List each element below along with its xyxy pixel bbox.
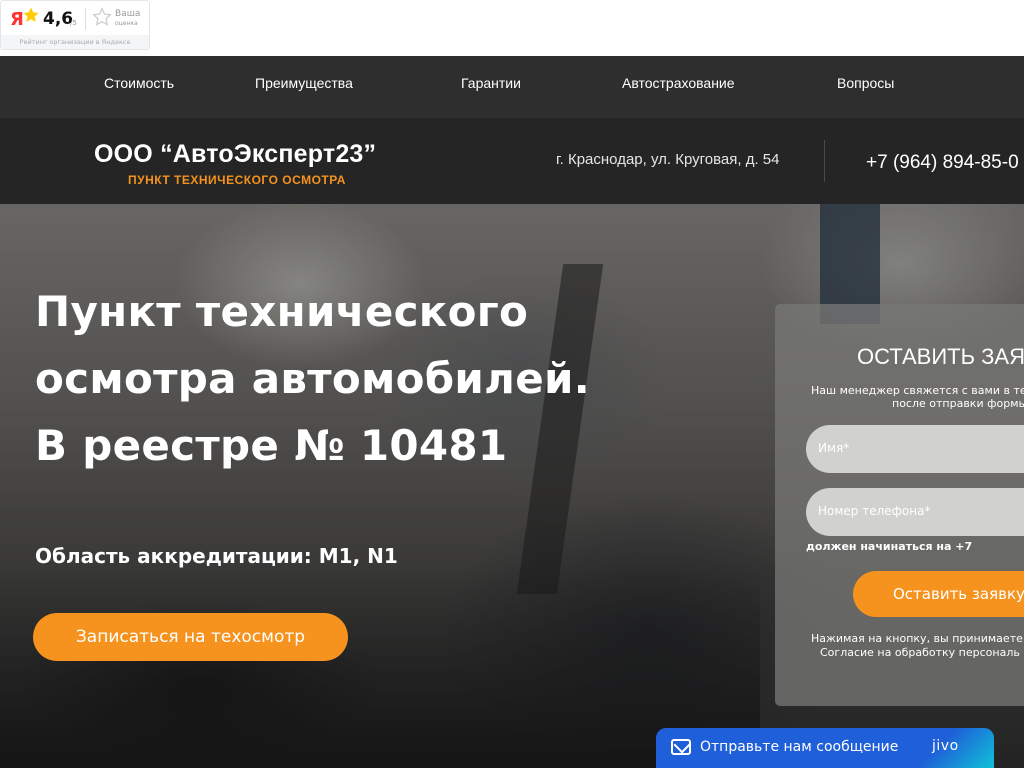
envelope-icon	[671, 739, 691, 755]
hero-title-line: В реестре № 10481	[35, 421, 508, 470]
consent-text: Нажимая на кнопку, вы принимаете Согласи…	[811, 632, 1023, 660]
hero-section: Пункт технического осмотра автомобилей. …	[0, 204, 1024, 768]
your-rating-line2: оценка	[115, 20, 138, 27]
chat-label: Отправьте нам сообщение	[700, 739, 899, 755]
your-rating-label: Ваша оценка	[115, 10, 140, 28]
name-field[interactable]: Имя*	[806, 425, 1024, 473]
request-form: ОСТАВИТЬ ЗАЯВ Наш менеджер свяжется с ва…	[775, 304, 1024, 706]
nav-item-insurance[interactable]: Автострахование	[622, 75, 735, 91]
hero-title-line: осмотра автомобилей.	[35, 354, 590, 403]
nav-item-advantages[interactable]: Преимущества	[255, 75, 353, 91]
company-address: г. Краснодар, ул. Круговая, д. 54	[556, 151, 780, 168]
consent-line: Нажимая на кнопку, вы принимаете	[811, 632, 1023, 645]
empty-star-icon[interactable]	[92, 7, 112, 27]
site-header: ООО “АвтоЭксперт23” ПУНКТ ТЕХНИЧЕСКОГО О…	[0, 118, 1024, 204]
main-nav: Стоимость Преимущества Гарантии Автостра…	[0, 56, 1024, 118]
nav-item-cost[interactable]: Стоимость	[104, 75, 174, 91]
hero-title-line: Пункт технического	[35, 287, 529, 336]
rating-value: 4,6	[43, 9, 74, 29]
hero-title: Пункт технического осмотра автомобилей. …	[35, 278, 755, 479]
company-tagline: ПУНКТ ТЕХНИЧЕСКОГО ОСМОТРА	[128, 173, 346, 187]
phone-placeholder: Номер телефона*	[818, 504, 931, 518]
your-rating-line1: Ваша	[115, 9, 141, 19]
yandex-rating-widget[interactable]: Я 4,6 /5 Ваша оценка Рейтинг организации…	[0, 0, 150, 50]
company-name[interactable]: ООО “АвтоЭксперт23”	[94, 140, 376, 169]
chat-widget[interactable]: Отправьте нам сообщение jivo	[656, 728, 994, 768]
form-subtitle-line: Наш менеджер свяжется с вами в тече	[811, 384, 1024, 397]
phone-hint: должен начинаться на +7	[806, 540, 973, 553]
book-inspection-button[interactable]: Записаться на техосмотр	[33, 613, 348, 661]
accreditation-text: Область аккредитации: M1, N1	[35, 544, 398, 568]
header-divider	[824, 140, 825, 182]
rating-scale: /5	[70, 19, 77, 27]
submit-request-button[interactable]: Оставить заявку	[853, 571, 1024, 617]
submit-label: Оставить заявку	[893, 585, 1024, 603]
name-placeholder: Имя*	[818, 441, 850, 455]
form-subtitle-line: после отправки формы	[892, 397, 1024, 410]
jivo-logo: jivo	[932, 738, 959, 754]
nav-item-guarantees[interactable]: Гарантии	[461, 75, 521, 91]
phone-field[interactable]: Номер телефона*	[806, 488, 1024, 536]
divider	[85, 8, 86, 30]
phone-link[interactable]: +7 (964) 894-85-0	[866, 152, 1019, 174]
form-subtitle: Наш менеджер свяжется с вами в тече посл…	[811, 384, 1024, 410]
star-icon	[23, 7, 39, 22]
consent-link[interactable]: Согласие на обработку персональ	[811, 646, 1023, 660]
nav-item-questions[interactable]: Вопросы	[837, 75, 894, 91]
form-title: ОСТАВИТЬ ЗАЯВ	[857, 344, 1024, 369]
widget-footer: Рейтинг организации в Яндексе	[1, 35, 149, 49]
